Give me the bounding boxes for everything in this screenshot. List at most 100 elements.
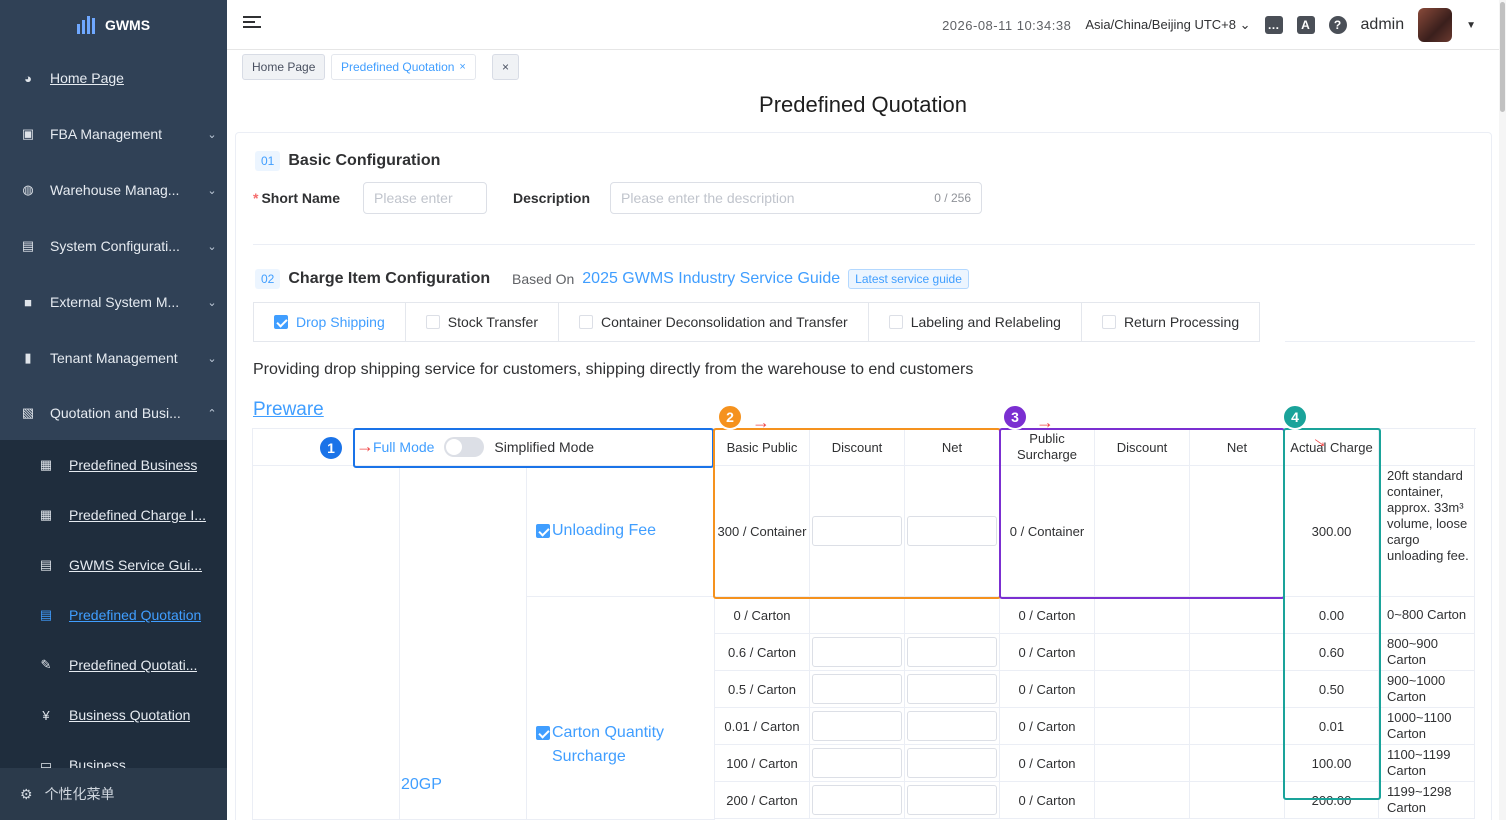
short-name-input[interactable]: Please enter xyxy=(363,182,487,214)
net-input[interactable] xyxy=(907,785,997,815)
business-description: Providing drop shipping service for cust… xyxy=(253,361,974,378)
mode-toggle[interactable] xyxy=(444,437,485,457)
translate-icon[interactable]: A xyxy=(1296,16,1315,34)
close-all-tags-button[interactable]: × xyxy=(492,54,520,80)
discount-input[interactable] xyxy=(812,711,902,741)
fee-label: Carton Quantity Surcharge xyxy=(552,724,665,765)
section-number: 01 xyxy=(255,151,281,171)
page-scrollbar[interactable] xyxy=(1499,0,1506,820)
sidebar: GWMS ◕ Home Page ▣ FBA Management ⌄ ◍ Wa… xyxy=(0,0,227,820)
tab-container-deconsolidation[interactable]: Container Deconsolidation and Transfer xyxy=(559,303,869,341)
app-name: GWMS xyxy=(104,17,151,33)
sidebar-item-label: System Configurati... xyxy=(50,238,180,254)
unloading-fee-checkbox[interactable]: Unloading Fee xyxy=(536,519,656,543)
actual-charge-value: 0.01 xyxy=(1285,708,1379,745)
annotation-number-2: 2 xyxy=(717,404,743,430)
sidebar-item-home[interactable]: ◕ Home Page xyxy=(0,50,227,106)
discount-cell xyxy=(810,782,905,819)
sidebar-subitem-predefined-quotation[interactable]: ▤ Predefined Quotation xyxy=(0,590,227,640)
checkbox[interactable] xyxy=(536,726,550,740)
based-on-label: Based On xyxy=(512,271,575,287)
surcharge-value: 0 / Carton xyxy=(1000,671,1095,708)
document-icon: ▤ xyxy=(39,557,53,572)
col-net-2: Net xyxy=(1190,428,1285,466)
message-icon[interactable]: … xyxy=(1264,16,1283,34)
sidebar-subitem-service-guide[interactable]: ▤ GWMS Service Gui... xyxy=(0,540,227,590)
net-cell xyxy=(905,634,1000,671)
sidebar-item-label: Warehouse Manag... xyxy=(50,182,180,198)
checkbox[interactable] xyxy=(425,315,440,329)
section-number: 02 xyxy=(255,269,281,289)
checkbox[interactable] xyxy=(1101,315,1116,329)
net-cell xyxy=(905,745,1000,782)
checkbox[interactable] xyxy=(579,315,593,329)
description-input[interactable]: Please enter the description 0 / 256 xyxy=(610,182,982,214)
basic-public-value: 100 / Carton xyxy=(715,745,810,782)
preware-link[interactable]: Preware xyxy=(253,399,324,421)
full-mode-option[interactable]: Full Mode xyxy=(373,439,434,455)
caret-down-icon[interactable]: ▼ xyxy=(1466,20,1476,31)
close-icon[interactable]: × xyxy=(459,61,465,73)
tag-predefined-quotation[interactable]: Predefined Quotation × xyxy=(331,54,476,80)
discount-input[interactable] xyxy=(812,785,902,815)
sidebar-item-fba[interactable]: ▣ FBA Management ⌄ xyxy=(0,106,227,162)
checkbox[interactable] xyxy=(274,315,288,329)
discount-input[interactable] xyxy=(812,516,902,546)
fee-label: Unloading Fee xyxy=(552,522,657,539)
tag-home[interactable]: Home Page xyxy=(242,54,326,80)
discount-cell xyxy=(810,671,905,708)
checkbox[interactable] xyxy=(888,315,903,329)
sidebar-subitem-business[interactable]: ▭ Business xyxy=(0,740,227,770)
section-charge-header: 02 Charge Item Configuration xyxy=(255,269,490,289)
container-type-label: 20GP xyxy=(401,776,442,793)
sidebar-item-system[interactable]: ▤ System Configurati... ⌄ xyxy=(0,218,227,274)
username[interactable]: admin xyxy=(1361,16,1405,34)
avatar[interactable] xyxy=(1418,8,1453,42)
personalize-menu-label: 个性化菜单 xyxy=(44,786,115,802)
net-input[interactable] xyxy=(907,748,997,778)
net-input[interactable] xyxy=(907,711,997,741)
tab-return-processing[interactable]: Return Processing xyxy=(1082,303,1259,341)
sidebar-subitem-predefined-charge[interactable]: ▦ Predefined Charge I... xyxy=(0,490,227,540)
discount-input[interactable] xyxy=(812,674,902,704)
gear-icon: ⚙ xyxy=(20,785,33,802)
discount-cell-2 xyxy=(1095,597,1190,634)
based-on: Based On 2025 GWMS Industry Service Guid… xyxy=(512,269,969,289)
discount-input[interactable] xyxy=(812,637,902,667)
carton-surcharge-checkbox[interactable]: Carton Quantity Surcharge xyxy=(536,721,706,769)
tab-labeling[interactable]: Labeling and Relabeling xyxy=(869,303,1082,341)
latest-guide-badge: Latest service guide xyxy=(848,269,969,289)
discount-input[interactable] xyxy=(812,748,902,778)
sidebar-subitem-business-quotation[interactable]: ¥ Business Quotation xyxy=(0,690,227,740)
personalize-menu[interactable]: ⚙ 个性化菜单 xyxy=(0,768,227,820)
discount-cell xyxy=(810,634,905,671)
checkbox[interactable] xyxy=(536,524,550,538)
col-discount-2: Discount xyxy=(1095,428,1190,466)
net-input[interactable] xyxy=(907,516,997,546)
actual-charge-value: 300.00 xyxy=(1285,466,1379,597)
section-divider xyxy=(253,244,1475,245)
sidebar-item-quotation[interactable]: ▧ Quotation and Busi... ⌃ xyxy=(0,385,227,441)
sidebar-item-warehouse[interactable]: ◍ Warehouse Manag... ⌄ xyxy=(0,162,227,218)
simplified-mode-option[interactable]: Simplified Mode xyxy=(494,439,594,455)
net-cell xyxy=(905,597,1000,634)
sidebar-item-external[interactable]: ■ External System M... ⌄ xyxy=(0,274,227,330)
tag-label: Home Page xyxy=(252,60,316,74)
actual-charge-value: 100.00 xyxy=(1285,745,1379,782)
timezone-select[interactable]: Asia/China/Beijing UTC+8 ⌄ xyxy=(1085,17,1250,33)
net-input[interactable] xyxy=(907,637,997,667)
sidebar-subitem-predefined-quotation-2[interactable]: ✎ Predefined Quotati... xyxy=(0,640,227,690)
chevron-down-icon: ⌄ xyxy=(207,296,217,309)
menu-toggle-icon[interactable] xyxy=(243,16,261,34)
service-guide-link[interactable]: 2025 GWMS Industry Service Guide xyxy=(582,270,840,288)
net-input[interactable] xyxy=(907,674,997,704)
tab-stock-transfer[interactable]: Stock Transfer xyxy=(406,303,559,341)
sidebar-subitem-predefined-business[interactable]: ▦ Predefined Business xyxy=(0,440,227,490)
help-icon[interactable]: ? xyxy=(1328,16,1347,34)
sidebar-item-tenant[interactable]: ▮ Tenant Management ⌄ xyxy=(0,330,227,386)
yen-icon: ¥ xyxy=(42,707,50,723)
remark-cell: 0~800 Carton xyxy=(1379,597,1475,634)
tab-drop-shipping[interactable]: Drop Shipping xyxy=(254,303,406,341)
annotation-number-4: 4 xyxy=(1282,404,1308,430)
col-actual-charge: Actual Charge xyxy=(1285,428,1379,466)
